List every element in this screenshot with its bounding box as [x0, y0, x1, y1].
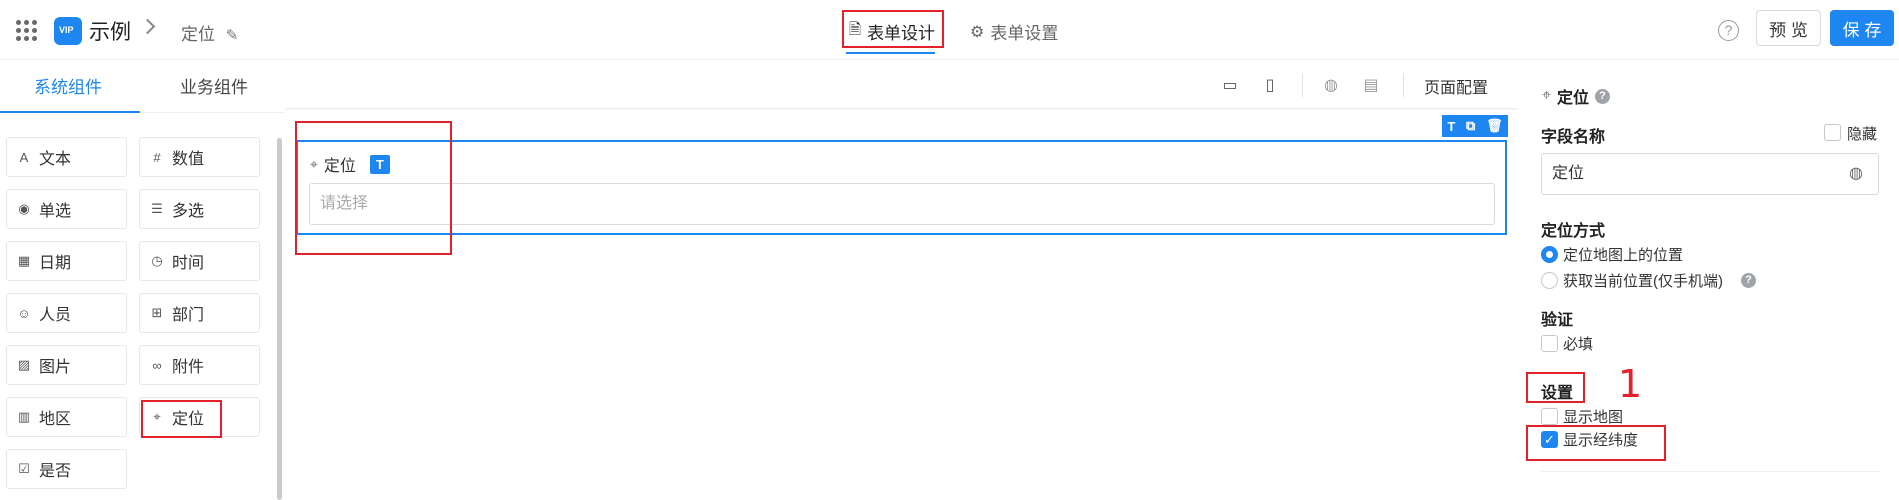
- annotation-box-tab: [842, 10, 944, 48]
- location-pin-icon: ⌖: [1542, 87, 1552, 104]
- paperclip-icon: ∞: [152, 357, 162, 373]
- app-logo: VIP: [54, 17, 82, 45]
- org-chart-icon: ⊞: [151, 305, 163, 320]
- annotation-box-latlng: [1526, 425, 1666, 461]
- radio-icon: ◉: [18, 201, 30, 216]
- map-icon: ▥: [17, 409, 31, 424]
- gear-icon: ⚙: [970, 23, 985, 41]
- breadcrumb-label: 定位: [181, 25, 215, 44]
- radio-map-location[interactable]: [1541, 246, 1558, 263]
- component-region[interactable]: ▥ 地区: [6, 397, 127, 437]
- component-label: 日期: [39, 255, 72, 272]
- component-label: 附件: [172, 359, 205, 376]
- chevron-right-icon: [139, 18, 156, 35]
- text-icon: A: [19, 149, 29, 165]
- required-label: 必填: [1563, 336, 1594, 353]
- text-format-icon[interactable]: T: [1447, 119, 1455, 134]
- component-label: 时间: [172, 255, 205, 272]
- radio-map-location-label: 定位地图上的位置: [1563, 247, 1684, 264]
- properties-title: ⌖ 定位 ?: [1542, 84, 1611, 108]
- help-icon[interactable]: ?: [1741, 273, 1756, 288]
- component-label: 人员: [39, 307, 72, 324]
- component-department[interactable]: ⊞ 部门: [139, 293, 260, 333]
- save-button[interactable]: 保 存: [1830, 10, 1894, 46]
- tab-form-settings[interactable]: ⚙ 表单设置: [970, 19, 1058, 44]
- annotation-box-location-component: [141, 400, 222, 438]
- show-map-checkbox[interactable]: [1541, 408, 1558, 425]
- desktop-icon[interactable]: ▭: [1220, 75, 1240, 95]
- checkbox-icon: ☑: [18, 461, 30, 476]
- checklist-icon: ☰: [151, 201, 163, 216]
- field-actions: T ⧉ 🗑: [1442, 115, 1508, 137]
- form-canvas: ▭ ▯ ◍ ▤ 页面配置: [285, 61, 1517, 500]
- hide-checkbox[interactable]: [1824, 124, 1841, 141]
- tab-form-settings-label: 表单设置: [990, 24, 1059, 43]
- top-bar: VIP 示例 定位 ✎ 🗎 表单设计 ⚙ 表单设置 ? 预 览 保 存: [0, 0, 1899, 60]
- radio-current-location-label: 获取当前位置(仅手机端): [1563, 273, 1723, 290]
- component-time[interactable]: ◷ 时间: [139, 241, 260, 281]
- tab-system-components[interactable]: 系统组件: [34, 73, 102, 98]
- radio-current-location[interactable]: [1541, 272, 1558, 289]
- toolbar-divider: [1403, 73, 1404, 97]
- field-name-label: 字段名称: [1541, 129, 1606, 146]
- component-label: 图片: [39, 359, 72, 376]
- annotation-box-settings: [1526, 372, 1585, 403]
- mobile-icon[interactable]: ▯: [1260, 75, 1280, 95]
- globe-icon[interactable]: ◍: [1321, 75, 1341, 95]
- component-image[interactable]: ▨ 图片: [6, 345, 127, 385]
- field-name-input[interactable]: 定位: [1541, 153, 1879, 195]
- app-name[interactable]: 示例: [89, 16, 131, 46]
- active-tab-indicator: [846, 52, 935, 54]
- canvas-toolbar: ▭ ▯ ◍ ▤ 页面配置: [285, 61, 1517, 109]
- component-text[interactable]: A 文本: [6, 137, 127, 177]
- person-icon: ☺: [17, 305, 31, 321]
- divider: [1541, 471, 1879, 472]
- app-grid-icon[interactable]: [16, 20, 37, 41]
- clock-icon: ◷: [151, 253, 163, 268]
- component-yes-no[interactable]: ☑ 是否: [6, 449, 127, 489]
- component-single-select[interactable]: ◉ 单选: [6, 189, 127, 229]
- left-scrollbar[interactable]: [277, 138, 282, 500]
- component-attachment[interactable]: ∞ 附件: [139, 345, 260, 385]
- trash-icon[interactable]: 🗑: [1486, 118, 1503, 134]
- calendar-icon: ▦: [17, 253, 31, 268]
- locate-mode-label: 定位方式: [1541, 223, 1606, 240]
- component-number[interactable]: # 数值: [139, 137, 260, 177]
- component-label: 部门: [172, 307, 205, 324]
- component-label: 数值: [172, 151, 205, 168]
- help-icon[interactable]: ?: [1595, 88, 1611, 104]
- annotation-box-field: [295, 121, 452, 255]
- page-config-button[interactable]: 页面配置: [1424, 74, 1488, 98]
- properties-title-text: 定位: [1557, 90, 1590, 107]
- number-icon: #: [153, 149, 161, 165]
- globe-icon[interactable]: ◍: [1849, 163, 1863, 183]
- image-icon: ▨: [17, 357, 31, 372]
- component-label: 单选: [39, 203, 72, 220]
- annotation-number: 1: [1618, 362, 1643, 406]
- copy-icon[interactable]: ⧉: [1466, 118, 1475, 134]
- hide-label: 隐藏: [1847, 126, 1878, 143]
- show-map-label: 显示地图: [1563, 409, 1624, 426]
- active-left-tab-indicator: [0, 111, 140, 113]
- component-person[interactable]: ☺ 人员: [6, 293, 127, 333]
- required-checkbox[interactable]: [1541, 335, 1558, 352]
- component-label: 多选: [172, 203, 205, 220]
- preview-button[interactable]: 预 览: [1756, 10, 1821, 46]
- component-label: 是否: [39, 463, 72, 480]
- validate-label: 验证: [1541, 312, 1574, 329]
- breadcrumb-current: 定位 ✎: [181, 20, 238, 45]
- tab-business-components[interactable]: 业务组件: [180, 73, 248, 98]
- archive-icon[interactable]: ▤: [1361, 75, 1381, 95]
- component-label: 文本: [39, 151, 72, 168]
- location-select-input[interactable]: 请选择: [309, 183, 1495, 225]
- component-multi-select[interactable]: ☰ 多选: [139, 189, 260, 229]
- component-date[interactable]: ▦ 日期: [6, 241, 127, 281]
- help-icon[interactable]: ?: [1718, 20, 1739, 41]
- edit-icon[interactable]: ✎: [226, 27, 239, 44]
- component-label: 地区: [39, 411, 72, 428]
- toolbar-divider: [1302, 73, 1303, 97]
